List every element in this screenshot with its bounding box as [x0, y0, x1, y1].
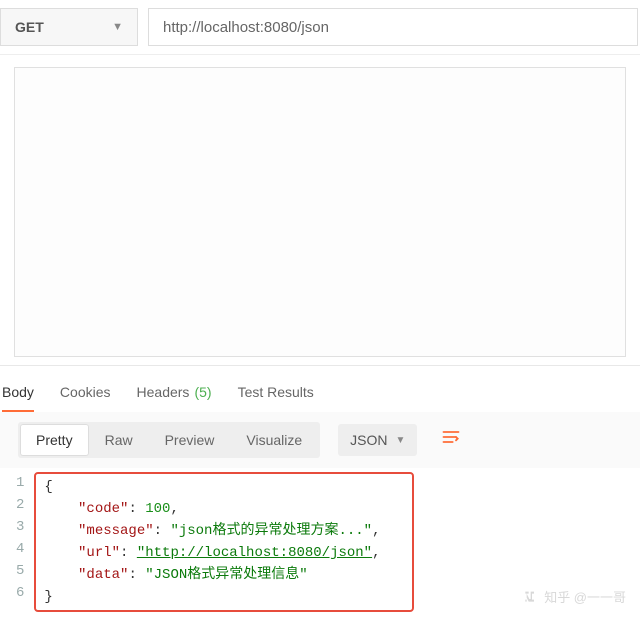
comma: , [372, 523, 380, 539]
colon: : [154, 523, 171, 539]
comma: , [170, 501, 178, 517]
brace-close: } [44, 589, 52, 605]
colon: : [120, 545, 137, 561]
json-string: "JSON格式异常处理信息" [145, 567, 307, 583]
view-visualize[interactable]: Visualize [230, 424, 318, 456]
url-input[interactable]: http://localhost:8080/json [148, 8, 638, 46]
line-number: 5 [16, 560, 24, 582]
http-method-value: GET [15, 19, 44, 35]
view-toolbar: Pretty Raw Preview Visualize JSON ▼ [0, 412, 640, 468]
line-number: 4 [16, 538, 24, 560]
brace-open: { [44, 479, 52, 495]
response-body: 1 2 3 4 5 6 { "code": 100, "message": "j… [0, 468, 640, 622]
code-line: } [44, 586, 404, 608]
json-key: "data" [78, 567, 128, 583]
headers-count: (5) [194, 384, 211, 402]
code-line: { [44, 476, 404, 498]
line-gutter: 1 2 3 4 5 6 [16, 472, 34, 612]
view-raw[interactable]: Raw [89, 424, 149, 456]
response-tabs: Body Cookies Headers (5) Test Results [0, 365, 640, 412]
json-key: "code" [78, 501, 128, 517]
line-number: 3 [16, 516, 24, 538]
wrap-lines-button[interactable] [433, 423, 469, 457]
view-mode-group: Pretty Raw Preview Visualize [18, 422, 320, 458]
http-method-select[interactable]: GET ▼ [0, 8, 138, 46]
json-string: "json格式的异常处理方案..." [170, 523, 372, 539]
line-number: 6 [16, 582, 24, 604]
view-pretty[interactable]: Pretty [20, 424, 89, 456]
colon: : [128, 501, 145, 517]
highlight-box: { "code": 100, "message": "json格式的异常处理方案… [34, 472, 414, 612]
caret-down-icon: ▼ [112, 21, 123, 33]
comma: , [372, 545, 380, 561]
colon: : [128, 567, 145, 583]
url-value: http://localhost:8080/json [163, 19, 329, 36]
code-line: "message": "json格式的异常处理方案...", [44, 520, 404, 542]
line-number: 1 [16, 472, 24, 494]
view-preview[interactable]: Preview [149, 424, 231, 456]
json-key: "message" [78, 523, 154, 539]
tab-test-results[interactable]: Test Results [238, 380, 314, 412]
format-select[interactable]: JSON ▼ [338, 424, 417, 456]
json-number: 100 [145, 501, 170, 517]
line-number: 2 [16, 494, 24, 516]
json-url-value[interactable]: "http://localhost:8080/json" [137, 545, 372, 561]
format-value: JSON [350, 432, 387, 448]
tab-body[interactable]: Body [2, 380, 34, 412]
caret-down-icon: ▼ [396, 435, 406, 446]
tab-headers-label: Headers [137, 384, 190, 402]
tab-cookies[interactable]: Cookies [60, 380, 111, 412]
code-line: "code": 100, [44, 498, 404, 520]
request-body-editor[interactable] [14, 67, 626, 357]
wrap-icon [441, 427, 461, 447]
code-line: "data": "JSON格式异常处理信息" [44, 564, 404, 586]
code-line: "url": "http://localhost:8080/json", [44, 542, 404, 564]
tab-headers[interactable]: Headers (5) [137, 380, 212, 412]
json-key: "url" [78, 545, 120, 561]
request-bar: GET ▼ http://localhost:8080/json [0, 0, 640, 55]
